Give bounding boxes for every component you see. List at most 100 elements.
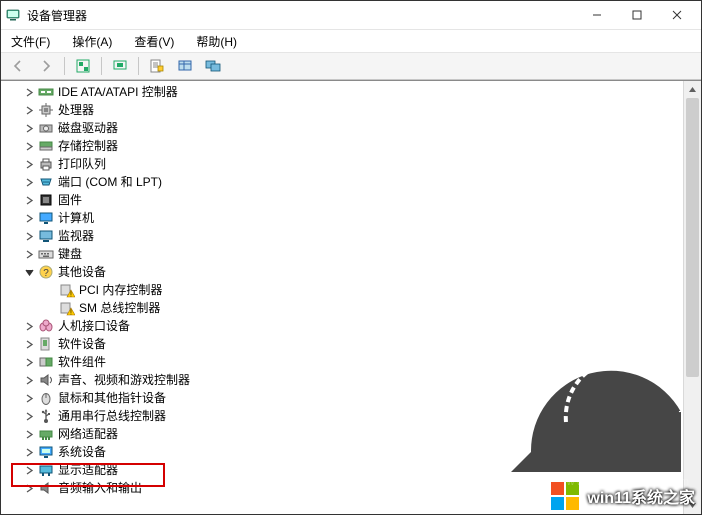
usb-icon — [38, 408, 54, 424]
toolbar-back-button[interactable] — [5, 54, 31, 78]
chevron-right-icon[interactable] — [23, 212, 35, 224]
software-device-icon — [38, 336, 54, 352]
close-button[interactable] — [657, 1, 697, 29]
tree-item-softcomp[interactable]: 软件组件 — [1, 353, 701, 371]
ide-controller-icon — [38, 84, 54, 100]
warning-device-icon: ! — [59, 282, 75, 298]
sound-icon — [38, 372, 54, 388]
minimize-button[interactable] — [577, 1, 617, 29]
chevron-right-icon[interactable] — [23, 410, 35, 422]
disk-drive-icon — [38, 120, 54, 136]
chevron-right-icon[interactable] — [23, 338, 35, 350]
tree-item-ports[interactable]: 端口 (COM 和 LPT) — [1, 173, 701, 191]
tree-item-sysdev[interactable]: 系统设备 — [1, 443, 701, 461]
tree-item-storage[interactable]: 存储控制器 — [1, 137, 701, 155]
tree-item-label: 软件组件 — [58, 353, 106, 371]
chevron-right-icon[interactable] — [23, 428, 35, 440]
hid-icon — [38, 318, 54, 334]
toolbar-separator — [101, 57, 102, 75]
tree-item-other[interactable]: ? 其他设备 — [1, 263, 701, 281]
scroll-track[interactable] — [684, 98, 701, 497]
maximize-button[interactable] — [617, 1, 657, 29]
chevron-right-icon[interactable] — [23, 230, 35, 242]
chevron-right-icon[interactable] — [23, 122, 35, 134]
system-device-icon — [38, 444, 54, 460]
chevron-down-icon[interactable] — [23, 266, 35, 278]
tree-item-label: 监视器 — [58, 227, 94, 245]
tree-item-sound[interactable]: 声音、视频和游戏控制器 — [1, 371, 701, 389]
chevron-right-icon[interactable] — [23, 176, 35, 188]
tree-item-audio[interactable]: 音频输入和输出 — [1, 479, 701, 497]
tree-item-usb[interactable]: 通用串行总线控制器 — [1, 407, 701, 425]
menu-help[interactable]: 帮助(H) — [192, 31, 241, 52]
menu-view[interactable]: 查看(V) — [130, 31, 178, 52]
tree-item-display[interactable]: 显示适配器 — [1, 461, 701, 479]
toolbar-views-button[interactable] — [172, 54, 198, 78]
tree-item-label: IDE ATA/ATAPI 控制器 — [58, 83, 178, 101]
network-adapter-icon — [38, 426, 54, 442]
title-bar: 设备管理器 — [1, 1, 701, 30]
chevron-right-icon[interactable] — [23, 392, 35, 404]
warning-device-icon: ! — [59, 300, 75, 316]
toolbar-forward-button[interactable] — [33, 54, 59, 78]
tree-item-softdev[interactable]: 软件设备 — [1, 335, 701, 353]
vertical-scrollbar[interactable] — [683, 81, 701, 514]
chevron-right-icon[interactable] — [23, 464, 35, 476]
tree-item-other-child[interactable]: ! SM 总线控制器 — [1, 299, 701, 317]
chevron-right-icon[interactable] — [23, 356, 35, 368]
device-tree-pane[interactable]: IDE ATA/ATAPI 控制器 处理器 磁盘驱动器 存储控制器 打印 — [1, 80, 701, 514]
chevron-right-icon[interactable] — [23, 482, 35, 494]
keyboard-icon — [38, 246, 54, 262]
chevron-right-icon[interactable] — [23, 86, 35, 98]
toolbar-monitors-button[interactable] — [200, 54, 226, 78]
chevron-right-icon[interactable] — [23, 140, 35, 152]
toolbar — [1, 53, 701, 80]
tree-item-disk[interactable]: 磁盘驱动器 — [1, 119, 701, 137]
tree-item-network[interactable]: 网络适配器 — [1, 425, 701, 443]
chevron-right-icon[interactable] — [23, 374, 35, 386]
chevron-right-icon[interactable] — [23, 248, 35, 260]
scroll-down-button[interactable] — [684, 497, 701, 514]
tree-item-label: 打印队列 — [58, 155, 106, 173]
tree-item-cpu[interactable]: 处理器 — [1, 101, 701, 119]
tree-item-label: 鼠标和其他指针设备 — [58, 389, 166, 407]
tree-item-label: 通用串行总线控制器 — [58, 407, 166, 425]
tree-item-hid[interactable]: 人机接口设备 — [1, 317, 701, 335]
toolbar-properties-button[interactable] — [144, 54, 170, 78]
svg-text:!: ! — [70, 310, 72, 317]
tree-item-label: 处理器 — [58, 101, 94, 119]
monitor-icon — [38, 228, 54, 244]
storage-controller-icon — [38, 138, 54, 154]
tree-item-label: 人机接口设备 — [58, 317, 130, 335]
menu-action[interactable]: 操作(A) — [68, 31, 116, 52]
chevron-right-icon[interactable] — [23, 104, 35, 116]
toolbar-refresh-button[interactable] — [107, 54, 133, 78]
firmware-icon — [38, 192, 54, 208]
tree-item-other-child[interactable]: ! PCI 内存控制器 — [1, 281, 701, 299]
tree-item-label: 计算机 — [58, 209, 94, 227]
chevron-right-icon[interactable] — [23, 158, 35, 170]
tree-item-label: 磁盘驱动器 — [58, 119, 118, 137]
audio-io-icon — [38, 480, 54, 496]
menu-file[interactable]: 文件(F) — [7, 31, 54, 52]
tree-item-label: SM 总线控制器 — [79, 299, 160, 317]
tree-item-keyboard[interactable]: 键盘 — [1, 245, 701, 263]
tree-item-printq[interactable]: 打印队列 — [1, 155, 701, 173]
tree-item-monitor[interactable]: 监视器 — [1, 227, 701, 245]
chevron-right-icon[interactable] — [23, 446, 35, 458]
tree-item-label: 网络适配器 — [58, 425, 118, 443]
scroll-up-button[interactable] — [684, 81, 701, 98]
tree-item-label: 音频输入和输出 — [58, 479, 142, 497]
scroll-thumb[interactable] — [686, 98, 699, 377]
tree-item-computer[interactable]: 计算机 — [1, 209, 701, 227]
app-icon — [5, 7, 21, 23]
tree-item-mouse[interactable]: 鼠标和其他指针设备 — [1, 389, 701, 407]
chevron-right-icon[interactable] — [23, 194, 35, 206]
tree-item-label: 固件 — [58, 191, 82, 209]
software-component-icon — [38, 354, 54, 370]
tree-item-firmware[interactable]: 固件 — [1, 191, 701, 209]
chevron-right-icon[interactable] — [23, 320, 35, 332]
tree-item-ide[interactable]: IDE ATA/ATAPI 控制器 — [1, 83, 701, 101]
tree-item-label: 键盘 — [58, 245, 82, 263]
toolbar-show-button[interactable] — [70, 54, 96, 78]
